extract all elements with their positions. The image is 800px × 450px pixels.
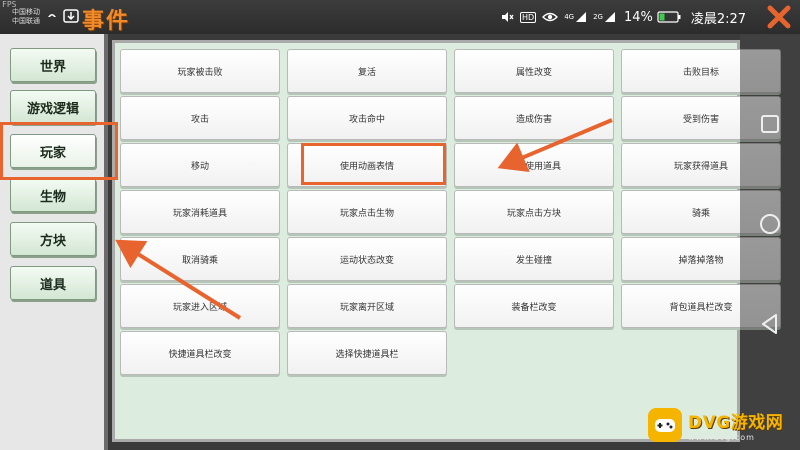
signal-bars-icon: [576, 12, 587, 22]
event-button[interactable]: 玩家消耗道具: [120, 190, 280, 234]
category-block-button[interactable]: 方块: [10, 222, 96, 256]
event-button[interactable]: 选择快捷道具栏: [287, 331, 447, 375]
carrier-line-1: 中国移动: [12, 8, 40, 16]
event-button[interactable]: 玩家使用道具: [454, 143, 614, 187]
category-game-logic-button[interactable]: 游戏逻辑: [10, 90, 96, 124]
event-grid-panel: 玩家被击败 复活 属性改变 击败目标 攻击 攻击命中 造成伤害 受到伤害 移动 …: [112, 40, 781, 442]
watermark-logo-icon: [648, 408, 682, 442]
event-button[interactable]: 造成伤害: [454, 96, 614, 140]
category-world-button[interactable]: 世界: [10, 48, 96, 82]
event-button[interactable]: 复活: [287, 49, 447, 93]
recent-apps-button[interactable]: [758, 112, 782, 136]
category-player-button[interactable]: 玩家: [10, 134, 96, 168]
event-button[interactable]: 玩家进入区域: [120, 284, 280, 328]
close-button[interactable]: [764, 2, 794, 32]
event-button[interactable]: 属性改变: [454, 49, 614, 93]
watermark: DVG游戏网 www.dvg.com: [648, 405, 798, 445]
notification-icons: [46, 8, 82, 24]
signal-bars-2-icon: [604, 12, 615, 22]
signal-4g-label: 4G: [564, 13, 575, 21]
signal-2g-label: 2G: [593, 13, 603, 21]
event-button[interactable]: 移动: [120, 143, 280, 187]
watermark-url: www.dvg.com: [688, 433, 755, 442]
event-button[interactable]: 攻击命中: [287, 96, 447, 140]
clock: 凌晨2:27: [690, 11, 747, 27]
recent-apps-icon: [761, 115, 779, 133]
event-button[interactable]: 取消骑乘: [120, 237, 280, 281]
event-use-emote-button[interactable]: 使用动画表情: [287, 143, 447, 187]
event-button[interactable]: 装备栏改变: [454, 284, 614, 328]
watermark-text: DVG游戏网 www.dvg.com: [688, 408, 783, 442]
watermark-name: DVG游戏网: [688, 413, 784, 433]
event-button[interactable]: 运动状态改变: [287, 237, 447, 281]
close-icon: [767, 5, 791, 29]
signal-2g: 2G: [593, 11, 616, 23]
back-button[interactable]: [758, 312, 782, 336]
notification-glyphs-icon: [48, 9, 79, 23]
battery-percent: 14%: [623, 9, 653, 25]
eye-icon: [542, 11, 559, 23]
page-title: 事件: [82, 8, 131, 34]
home-button[interactable]: [758, 212, 782, 236]
carrier-line-2: 中国联通: [12, 17, 40, 25]
home-icon: [760, 214, 780, 234]
back-icon: [762, 314, 777, 334]
event-button[interactable]: 攻击: [120, 96, 280, 140]
navigation-overlay: [740, 34, 800, 450]
category-sidebar: 世界 游戏逻辑 玩家 生物 方块 道具: [0, 34, 108, 450]
event-button[interactable]: 快捷道具栏改变: [120, 331, 280, 375]
category-item-button[interactable]: 道具: [10, 266, 96, 300]
event-button[interactable]: 玩家点击方块: [454, 190, 614, 234]
event-button[interactable]: 玩家离开区域: [287, 284, 447, 328]
hd-badge: HD: [520, 11, 537, 23]
event-button[interactable]: 玩家点击生物: [287, 190, 447, 234]
top-bar: FPS 中国移动 中国联通 事件 HD 4G 2G 14% 凌晨2:27: [0, 0, 800, 34]
system-status: HD 4G 2G 14% 凌晨2:27: [500, 8, 747, 27]
event-button[interactable]: 玩家被击败: [120, 49, 280, 93]
category-creature-button[interactable]: 生物: [10, 178, 96, 212]
signal-4g: 4G: [564, 11, 587, 23]
carrier-info: 中国移动 中国联通: [12, 8, 40, 26]
battery-icon: [657, 11, 681, 23]
event-button[interactable]: 发生碰撞: [454, 237, 614, 281]
mute-icon: [500, 10, 514, 24]
